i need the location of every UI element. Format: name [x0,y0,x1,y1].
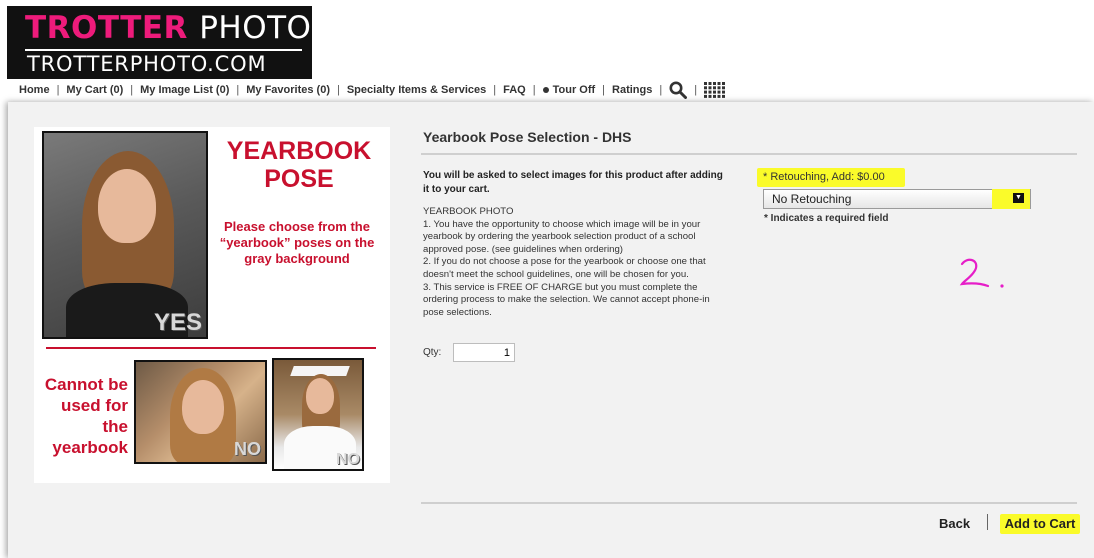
description-item-3: 3. This service is FREE OF CHARGE but yo… [423,281,710,318]
chevron-down-icon[interactable]: ▼ [1013,193,1024,203]
nav-image-list[interactable]: My Image List (0) [140,84,229,96]
title-divider [421,153,1077,155]
rejected-pose-photo-1: NO [134,360,267,464]
handwritten-annotation [958,255,1008,300]
nav-favorites[interactable]: My Favorites (0) [246,84,330,96]
logo-domain: TROTTERPHOTO.COM [27,52,267,76]
nav-ratings[interactable]: Ratings [612,84,652,96]
product-description: YEARBOOK PHOTO 1. You have the opportuni… [423,206,728,319]
action-separator [987,514,988,530]
nav-specialty[interactable]: Specialty Items & Services [347,84,486,96]
top-nav: Home | My Cart (0) | My Image List (0) |… [19,80,726,100]
description-item-2: 2. If you do not choose a pose for the y… [423,256,706,280]
nav-tour-toggle[interactable]: Tour Off [542,84,596,96]
qty-label: Qty: [423,347,442,358]
description-heading: YEARBOOK PHOTO [423,206,514,217]
nav-separator: | [532,84,536,96]
no-stamp: NO [336,451,360,468]
nav-separator: | [130,84,134,96]
nav-tour-label: Tour Off [552,84,596,96]
search-icon[interactable] [669,81,688,99]
approved-pose-photo: YES [42,131,208,339]
image-divider [46,347,376,349]
logo-word-trotter: TROTTER [25,10,188,46]
nav-separator: | [694,84,698,96]
nav-separator: | [336,84,340,96]
nav-separator: | [56,84,60,96]
nav-home[interactable]: Home [19,84,50,96]
logo-word-photo: PHOTO [199,10,312,46]
retouching-select[interactable]: No Retouching ▼ [763,189,1031,209]
site-logo[interactable]: TROTTER PHOTO TROTTERPHOTO.COM [7,6,312,79]
tour-dot-icon [542,87,549,94]
rejected-pose-photo-2: NO [272,358,364,471]
face-shape [306,378,334,414]
nav-cart[interactable]: My Cart (0) [66,84,123,96]
image-title: YEARBOOK POSE [226,137,372,193]
logo-divider [25,49,302,51]
required-note: * Indicates a required field [764,213,889,224]
bottom-divider [421,502,1077,504]
qty-input[interactable] [453,343,515,362]
description-item-1: 1. You have the opportunity to choose wh… [423,218,701,255]
add-to-cart-button[interactable]: Add to Cart [1000,514,1080,534]
nav-separator: | [602,84,606,96]
face-shape [98,169,156,243]
select-arrow-highlight: ▼ [992,189,1030,209]
nav-separator: | [236,84,240,96]
nav-faq[interactable]: FAQ [503,84,526,96]
grid-icon[interactable] [704,82,726,98]
back-link[interactable]: Back [939,516,970,531]
yes-stamp: YES [153,309,202,336]
nav-separator: | [493,84,497,96]
image-subtitle: Please choose from the “yearbook” poses … [219,219,375,266]
logo-title: TROTTER PHOTO [25,11,312,45]
no-stamp: NO [234,439,261,459]
product-notice: You will be asked to select images for t… [423,170,723,195]
cannot-use-text: Cannot be used for the yearbook [44,375,128,457]
retouching-selected-value: No Retouching [772,192,852,206]
face-shape [182,380,224,434]
nav-separator: | [659,84,663,96]
retouching-label: * Retouching, Add: $0.00 [757,168,905,187]
product-image: YES YEARBOOK POSE Please choose from the… [34,127,390,483]
product-title: Yearbook Pose Selection - DHS [423,129,632,145]
